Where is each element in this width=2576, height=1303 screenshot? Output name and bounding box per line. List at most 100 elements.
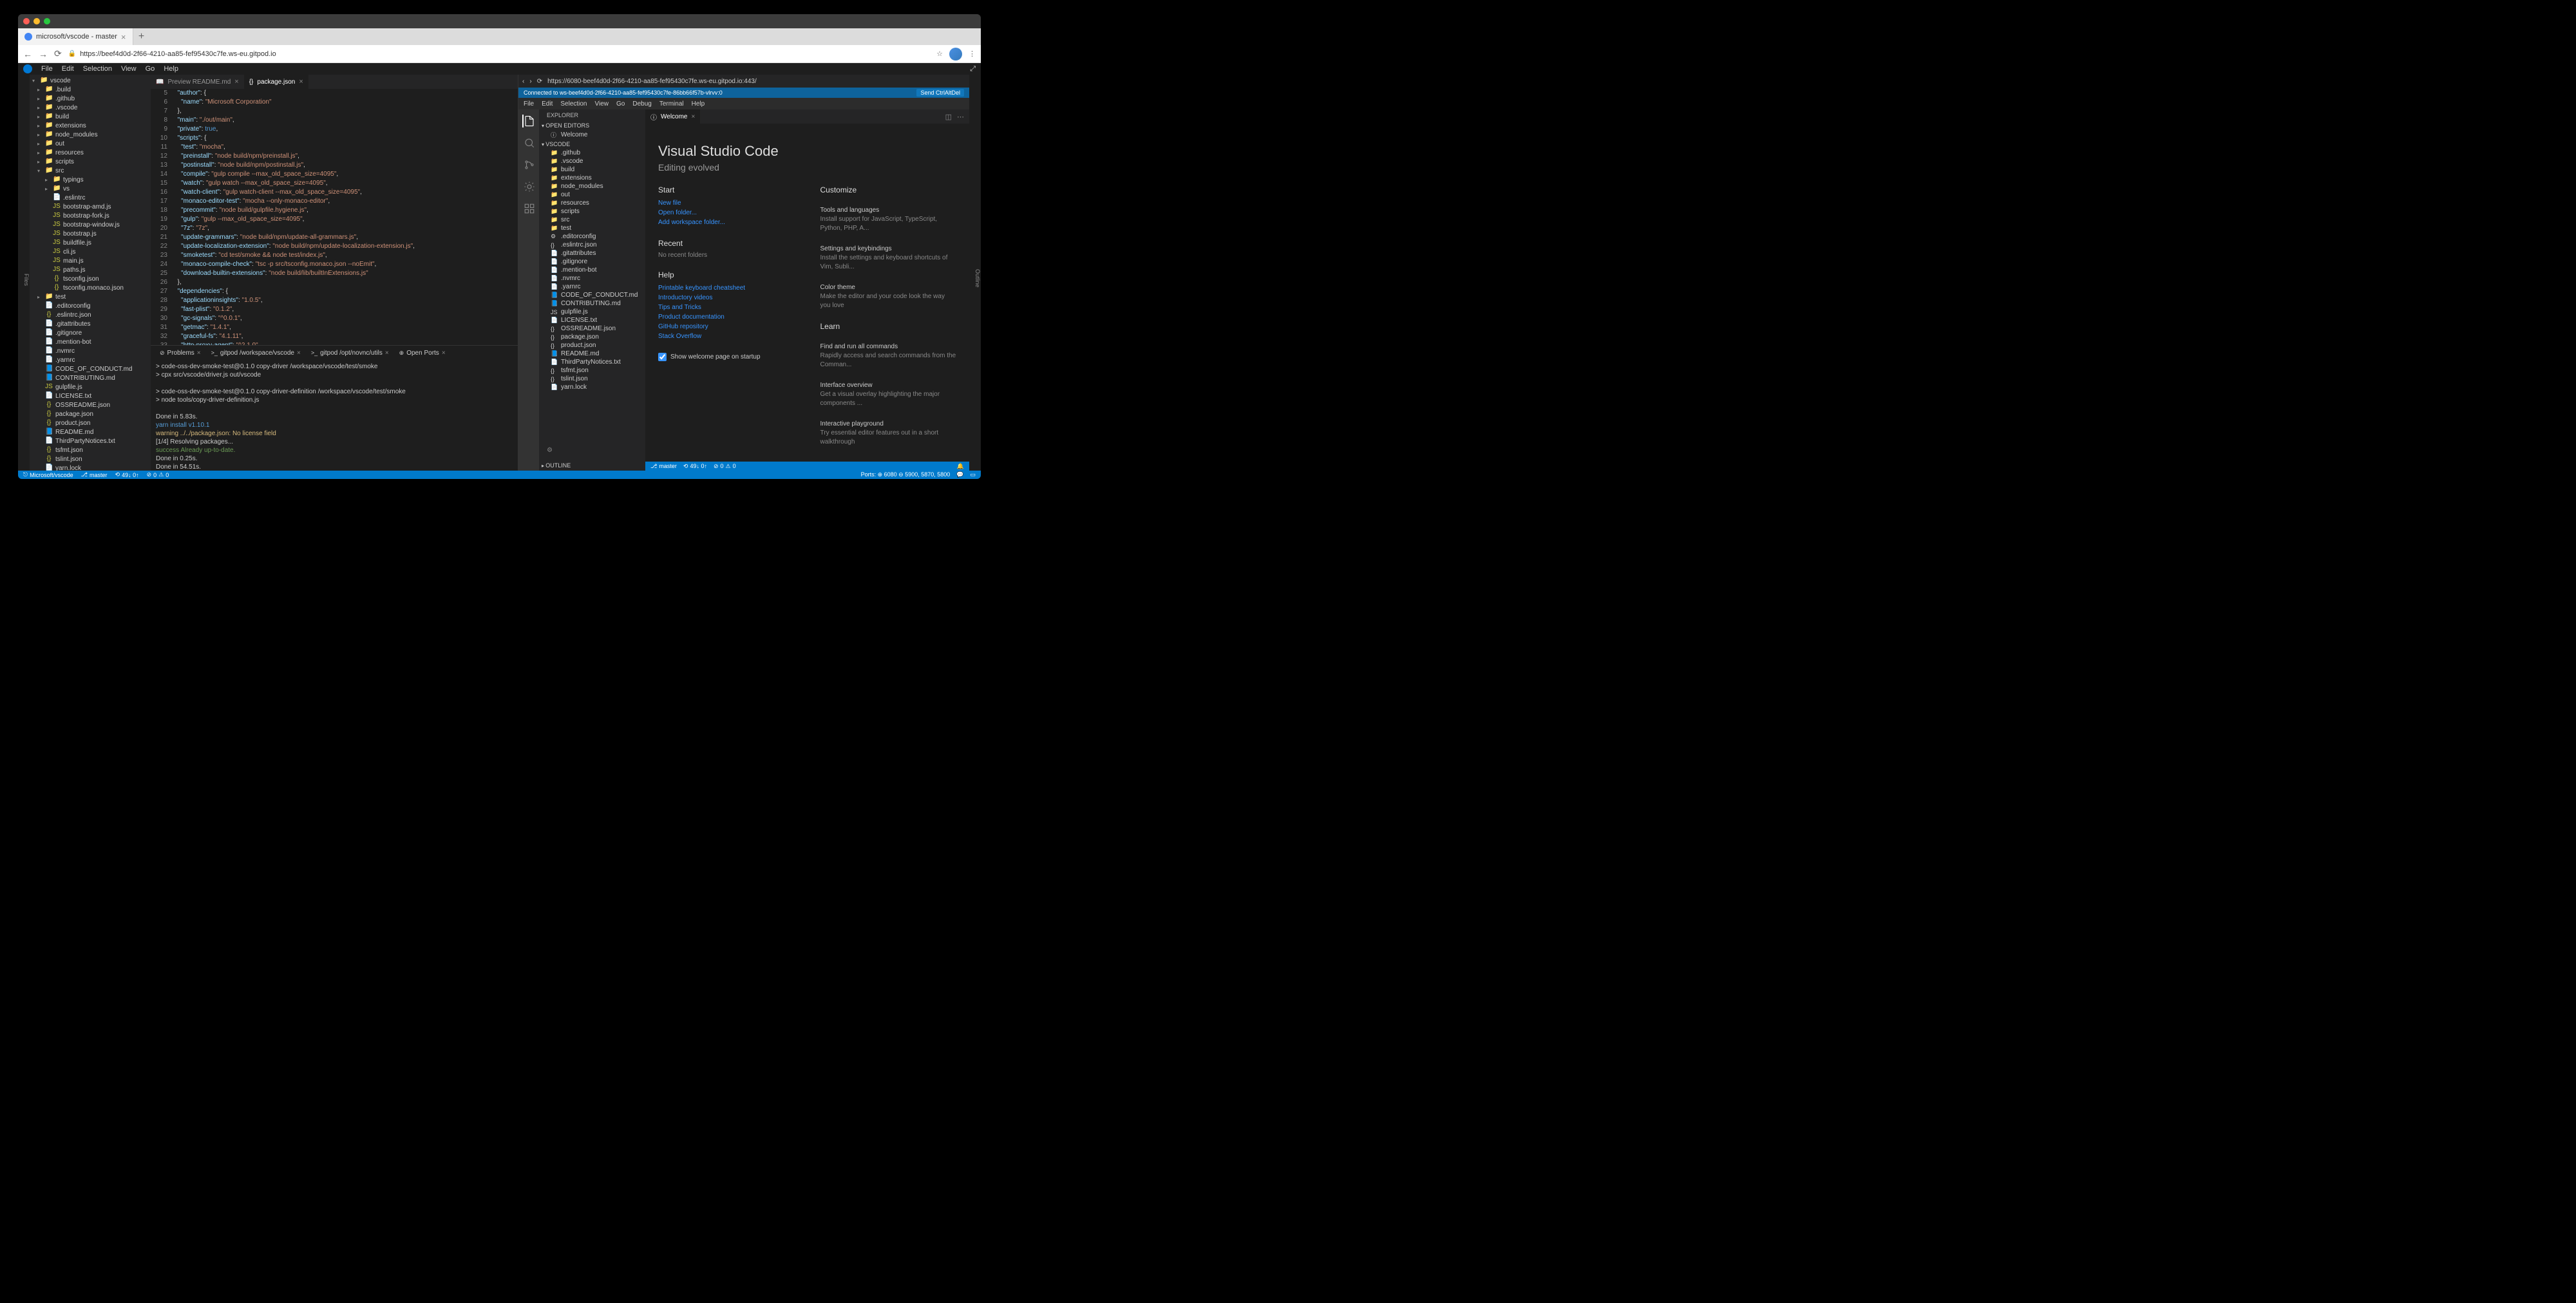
tree-file[interactable]: 📄.nvmrc bbox=[30, 346, 151, 355]
sync-indicator[interactable]: ⟲ 49↓ 0↑ bbox=[683, 463, 707, 470]
sidebar-item[interactable]: 📄.nvmrc bbox=[539, 274, 645, 283]
settings-gear-icon[interactable]: ⚙ bbox=[543, 443, 556, 458]
sidebar-item[interactable]: 📁.vscode bbox=[539, 157, 645, 165]
sidebar-item[interactable]: 📄.yarnrc bbox=[539, 283, 645, 291]
inner-menu-help[interactable]: Help bbox=[692, 100, 705, 108]
branch-indicator[interactable]: ⎇ master bbox=[650, 463, 677, 470]
url-field[interactable]: 🔒 https://beef4d0d-2f66-4210-aa85-fef954… bbox=[68, 50, 930, 58]
preview-reload-icon[interactable]: ⟳ bbox=[537, 78, 542, 85]
inner-menu-file[interactable]: File bbox=[524, 100, 534, 108]
help-link[interactable]: Product documentation bbox=[658, 312, 795, 322]
tree-file[interactable]: JSbootstrap-fork.js bbox=[30, 211, 151, 220]
tree-folder[interactable]: ▸📁.build bbox=[30, 85, 151, 94]
sidebar-item[interactable]: JSgulpfile.js bbox=[539, 308, 645, 316]
bookmark-icon[interactable]: ☆ bbox=[936, 50, 943, 58]
inner-menu-terminal[interactable]: Terminal bbox=[659, 100, 684, 108]
inner-menu-selection[interactable]: Selection bbox=[560, 100, 587, 108]
show-welcome-checkbox[interactable]: Show welcome page on startup bbox=[658, 353, 795, 361]
sidebar-item[interactable]: 📄.gitattributes bbox=[539, 249, 645, 258]
checkbox-input[interactable] bbox=[658, 353, 667, 361]
sidebar-item[interactable]: 📁src bbox=[539, 216, 645, 224]
add-workspace-link[interactable]: Add workspace folder... bbox=[658, 218, 795, 227]
close-panel-icon[interactable]: × bbox=[385, 350, 389, 357]
open-folder-link[interactable]: Open folder... bbox=[658, 208, 795, 218]
sidebar-item[interactable]: 📁resources bbox=[539, 199, 645, 207]
editor-tab[interactable]: {}package.json× bbox=[244, 75, 308, 89]
sidebar-item[interactable]: 📁test bbox=[539, 224, 645, 232]
close-panel-icon[interactable]: × bbox=[442, 350, 446, 357]
sidebar-item[interactable]: 📘README.md bbox=[539, 350, 645, 358]
problems-indicator[interactable]: ⊘ 0 ⚠ 0 bbox=[147, 471, 169, 478]
ports-indicator[interactable]: Ports: ⊕ 6080 ⊖ 5900, 5870, 5800 bbox=[861, 471, 951, 478]
close-panel-icon[interactable]: × bbox=[297, 350, 301, 357]
learn-item[interactable]: Interface overview bbox=[820, 381, 957, 390]
branch-indicator[interactable]: ⎇ master bbox=[81, 471, 108, 478]
tree-file[interactable]: 📄.editorconfig bbox=[30, 301, 151, 310]
help-link[interactable]: Stack Overflow bbox=[658, 332, 795, 341]
layout-icon[interactable]: ▭ bbox=[970, 471, 976, 478]
tree-file[interactable]: 📄ThirdPartyNotices.txt bbox=[30, 436, 151, 445]
forward-button[interactable]: → bbox=[39, 49, 48, 59]
sidebar-item[interactable]: 📁out bbox=[539, 191, 645, 199]
help-link[interactable]: Printable keyboard cheatsheet bbox=[658, 283, 795, 293]
sidebar-item[interactable]: 📁node_modules bbox=[539, 182, 645, 191]
learn-item[interactable]: Find and run all commands bbox=[820, 342, 957, 352]
maximize-window[interactable] bbox=[44, 18, 50, 24]
rail-outline[interactable]: Outline bbox=[974, 269, 981, 288]
browser-tab[interactable]: microsoft/vscode - master × bbox=[18, 28, 133, 45]
outline-section[interactable]: OUTLINE bbox=[539, 460, 645, 471]
tree-file[interactable]: 📄.eslintrc bbox=[30, 193, 151, 202]
menu-view[interactable]: View bbox=[121, 65, 137, 73]
tree-folder[interactable]: ▸📁extensions bbox=[30, 121, 151, 130]
preview-back-icon[interactable]: ‹ bbox=[522, 78, 524, 85]
sidebar-item[interactable]: 📘CODE_OF_CONDUCT.md bbox=[539, 291, 645, 299]
repo-indicator[interactable]: ⎋ Microsoft/vscode bbox=[23, 471, 73, 478]
tree-file[interactable]: 📄LICENSE.txt bbox=[30, 391, 151, 400]
tree-file[interactable]: {}package.json bbox=[30, 409, 151, 418]
minimize-window[interactable] bbox=[33, 18, 40, 24]
tree-file[interactable]: {}.eslintrc.json bbox=[30, 310, 151, 319]
customize-item[interactable]: Settings and keybindings bbox=[820, 245, 957, 254]
workspace-section[interactable]: VSCODE bbox=[539, 140, 645, 149]
reload-button[interactable]: ⟳ bbox=[54, 48, 62, 59]
sidebar-item[interactable]: {}.eslintrc.json bbox=[539, 241, 645, 249]
tree-file[interactable]: {}tslint.json bbox=[30, 455, 151, 464]
tree-file[interactable]: 📄.gitattributes bbox=[30, 319, 151, 328]
tree-file[interactable]: 📄.mention-bot bbox=[30, 337, 151, 346]
tree-file[interactable]: JSbootstrap.js bbox=[30, 229, 151, 238]
gitpod-logo-icon[interactable] bbox=[23, 64, 32, 73]
tree-folder-src[interactable]: ▾📁src bbox=[30, 166, 151, 175]
tree-folder[interactable]: ▸📁node_modules bbox=[30, 130, 151, 139]
tree-file[interactable]: {}OSSREADME.json bbox=[30, 400, 151, 409]
sidebar-item[interactable]: 📁extensions bbox=[539, 174, 645, 182]
close-tab-icon[interactable]: × bbox=[234, 78, 238, 86]
inner-menu-view[interactable]: View bbox=[595, 100, 609, 108]
send-ctrlaltdel-button[interactable]: Send CtrlAltDel bbox=[916, 89, 964, 97]
tree-file[interactable]: JSgulpfile.js bbox=[30, 382, 151, 391]
close-window[interactable] bbox=[23, 18, 30, 24]
sync-indicator[interactable]: ⟲ 49↓ 0↑ bbox=[115, 471, 139, 478]
sidebar-item[interactable]: {}package.json bbox=[539, 333, 645, 341]
tree-folder[interactable]: ▸📁out bbox=[30, 139, 151, 148]
menu-edit[interactable]: Edit bbox=[62, 65, 74, 73]
editor-tab[interactable]: 📖Preview README.md× bbox=[151, 75, 244, 89]
tree-file[interactable]: 📘CODE_OF_CONDUCT.md bbox=[30, 364, 151, 373]
sidebar-item[interactable]: 📁.github bbox=[539, 149, 645, 157]
tree-file[interactable]: {}tsconfig.monaco.json bbox=[30, 283, 151, 292]
close-panel-icon[interactable]: × bbox=[197, 350, 201, 357]
help-link[interactable]: GitHub repository bbox=[658, 322, 795, 332]
split-editor-icon[interactable]: ◫ bbox=[945, 113, 952, 121]
activity-explorer-icon[interactable] bbox=[522, 115, 535, 127]
menu-go[interactable]: Go bbox=[146, 65, 155, 73]
customize-item[interactable]: Tools and languages bbox=[820, 206, 957, 215]
sidebar-item[interactable]: 📁scripts bbox=[539, 207, 645, 216]
tree-file[interactable]: {}product.json bbox=[30, 418, 151, 427]
browser-menu-icon[interactable]: ⋮ bbox=[969, 50, 976, 58]
panel-tab[interactable]: ⊘Problems× bbox=[156, 350, 205, 357]
inner-menu-edit[interactable]: Edit bbox=[542, 100, 553, 108]
activity-scm-icon[interactable] bbox=[522, 158, 535, 171]
sidebar-item[interactable]: 📄ThirdPartyNotices.txt bbox=[539, 358, 645, 366]
tree-file[interactable]: {}tsconfig.json bbox=[30, 274, 151, 283]
sidebar-item[interactable]: {}tsfmt.json bbox=[539, 366, 645, 375]
code-editor[interactable]: 5 "author": {6 "name": "Microsoft Corpor… bbox=[151, 89, 518, 345]
